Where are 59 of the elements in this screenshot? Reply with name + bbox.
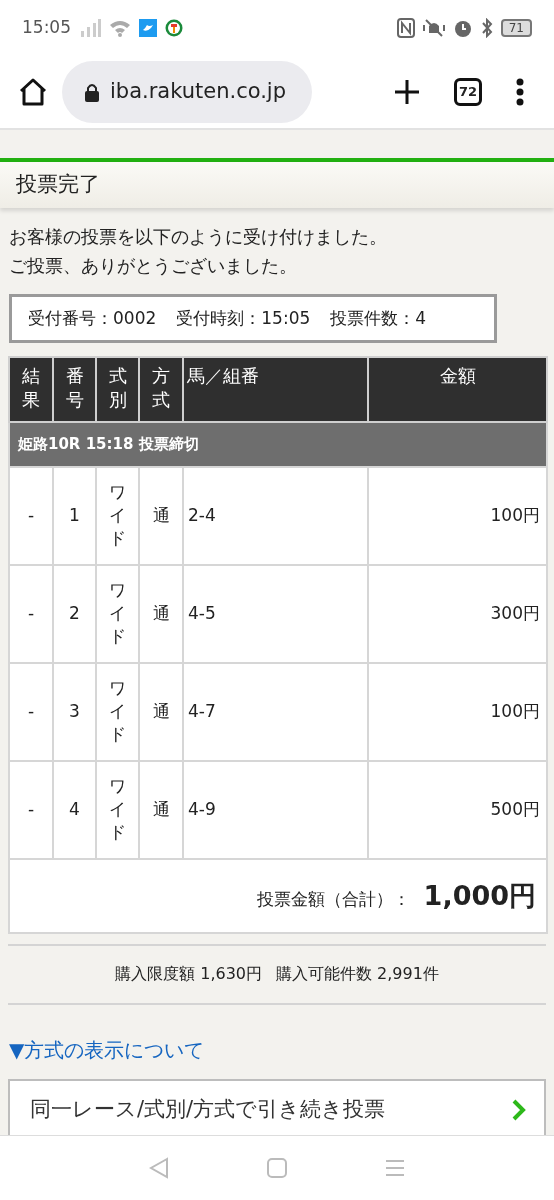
race-header: 姫路10R 15:18 投票締切 <box>9 422 547 467</box>
method-info-link[interactable]: ▼方式の表示について <box>9 1035 205 1065</box>
method-cell: 通 <box>139 565 183 663</box>
plus-icon[interactable] <box>394 78 420 105</box>
status-time: 15:05 <box>22 15 71 39</box>
column-header: 方式 <box>152 364 170 413</box>
receipt-text: 投票件数：4 <box>330 306 427 330</box>
message-text: お客様の投票を以下のように受け付けました。 <box>9 225 388 249</box>
bet-type-cell: ワイド <box>109 480 126 550</box>
bet-type-cell: ワイド <box>109 578 126 648</box>
total-label: 投票金額（合計）： <box>256 888 410 909</box>
method-cell: 通 <box>139 663 183 761</box>
method-cell: 通 <box>139 467 183 565</box>
limit-text: 購入限度額 1,630円 <box>115 964 262 983</box>
amount-cell: 500円 <box>368 761 547 859</box>
column-header: 金額 <box>368 357 547 422</box>
store-app-icon <box>165 18 183 37</box>
amount-cell: 100円 <box>368 467 547 565</box>
tab-count-button[interactable]: 72 <box>454 77 482 106</box>
bird-app-icon <box>139 18 157 37</box>
column-header: 結果 <box>22 364 40 413</box>
page-title: 投票完了 <box>16 171 100 199</box>
lock-icon <box>84 81 100 102</box>
more-menu-icon[interactable] <box>516 77 524 106</box>
url-text: iba.rakuten.co.jp <box>110 77 287 105</box>
bluetooth-icon <box>480 17 493 38</box>
column-header: 馬／組番 <box>183 357 368 422</box>
receipt-text: 受付番号：0002 <box>28 306 157 330</box>
bet-type-cell: ワイド <box>109 774 126 844</box>
horse-number-cell: 2-4 <box>183 467 368 565</box>
column-header: 式別 <box>108 364 127 413</box>
result-cell: - <box>9 565 53 663</box>
message-text: ご投票、ありがとうございました。 <box>9 254 298 278</box>
result-cell: - <box>9 467 53 565</box>
horse-number-cell: 4-9 <box>183 761 368 859</box>
number-cell: 4 <box>53 761 96 859</box>
amount-cell: 300円 <box>368 565 547 663</box>
bet-type-cell: ワイド <box>109 676 126 746</box>
nfc-icon <box>396 17 415 38</box>
result-cell: - <box>9 761 53 859</box>
column-header: 番号 <box>65 364 84 413</box>
wifi-icon <box>109 18 131 37</box>
result-cell: - <box>9 663 53 761</box>
home-icon[interactable] <box>18 76 48 107</box>
chevron-right-icon <box>512 1099 526 1121</box>
vibrate-muted-icon <box>422 17 445 38</box>
method-cell: 通 <box>139 761 183 859</box>
number-cell: 2 <box>53 565 96 663</box>
horse-number-cell: 4-5 <box>183 565 368 663</box>
signal-icon <box>79 18 101 37</box>
number-cell: 1 <box>53 467 96 565</box>
total-amount: 1,000円 <box>423 879 536 911</box>
limit-text: 購入可能件数 2,991件 <box>276 964 439 983</box>
number-cell: 3 <box>53 663 96 761</box>
battery-icon: 71 <box>500 18 532 37</box>
amount-cell: 100円 <box>368 663 547 761</box>
horse-number-cell: 4-7 <box>183 663 368 761</box>
address-bar[interactable]: iba.rakuten.co.jp <box>62 60 312 123</box>
receipt-text: 受付時刻：15:05 <box>176 306 311 330</box>
